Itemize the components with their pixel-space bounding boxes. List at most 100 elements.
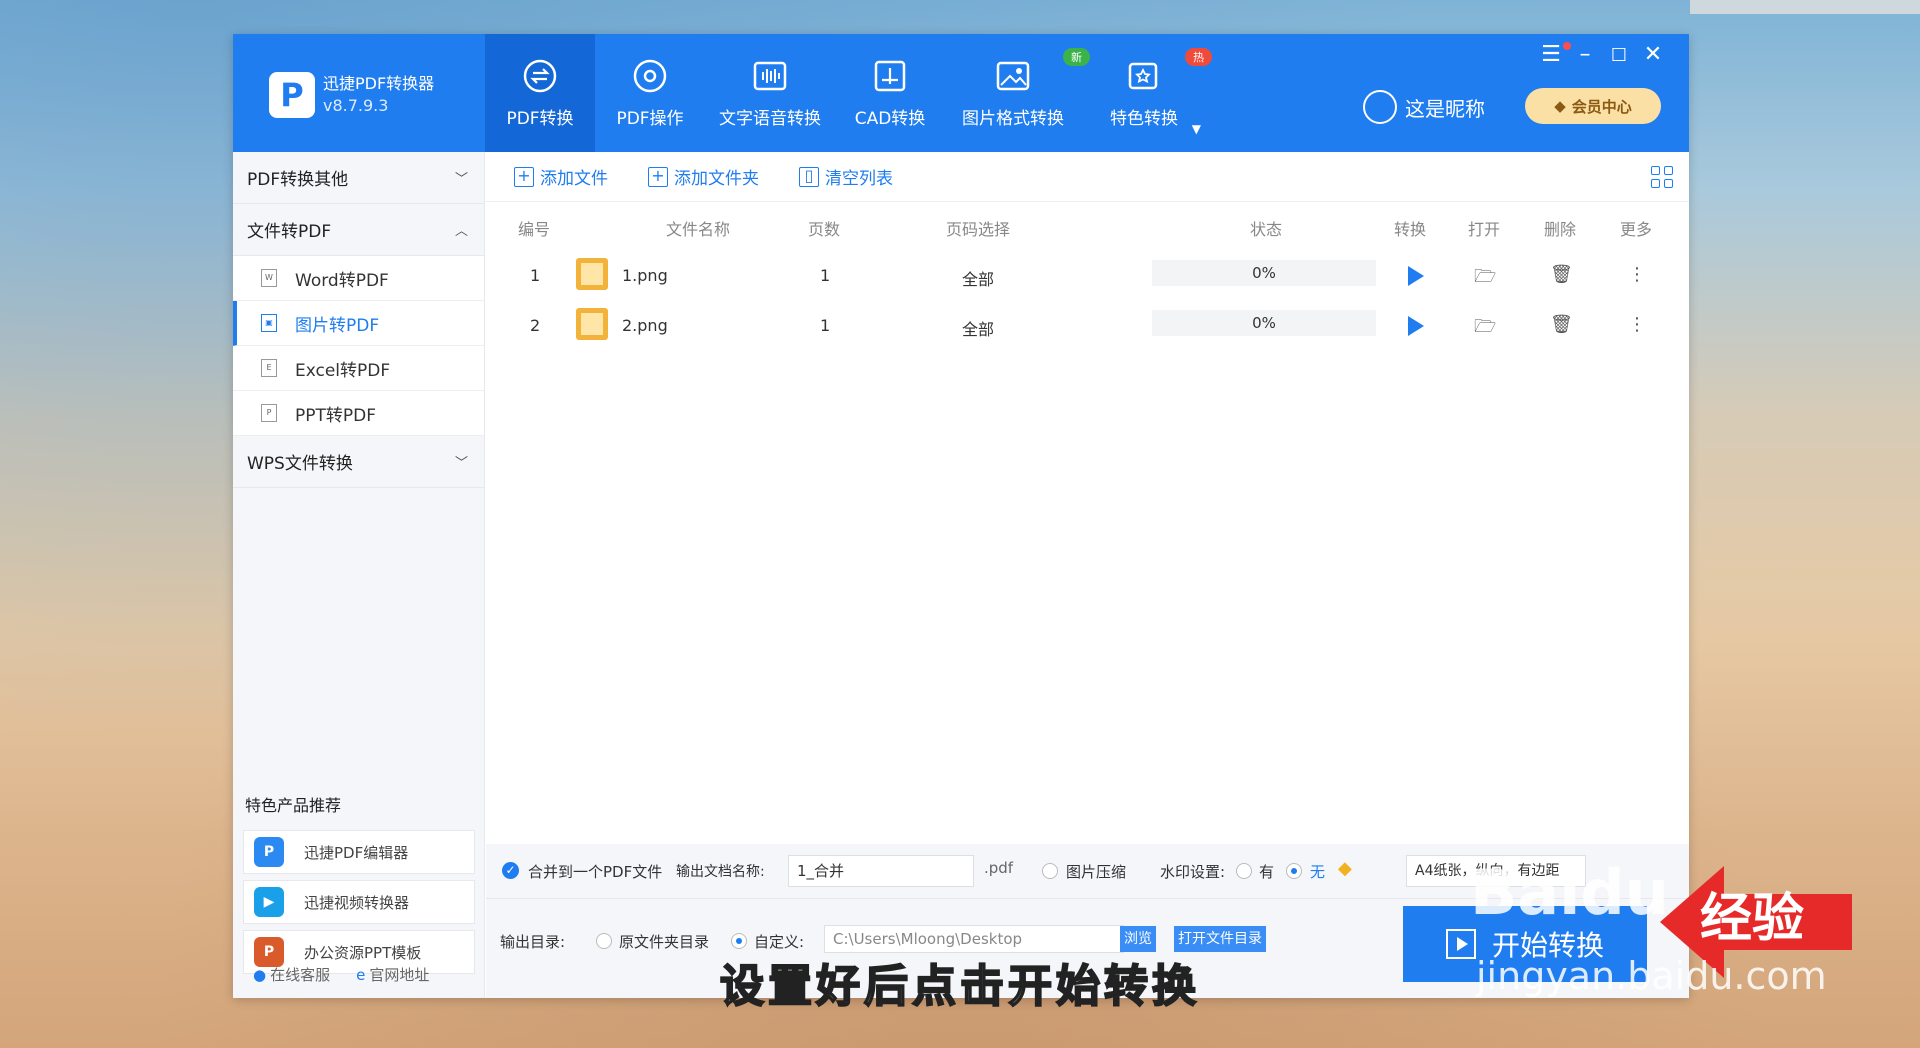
sidebar-item-image[interactable]: ▣ 图片转PDF [233,301,484,346]
tab-pdf-ops[interactable]: PDF操作 [595,34,705,152]
orig-folder-label: 原文件夹目录 [619,933,710,951]
chevron-down-icon: ﹀ [454,172,468,187]
more-icon[interactable]: ⋮ [1628,314,1646,335]
status-progress: 0% [1152,310,1376,336]
custom-folder-radio[interactable] [731,933,747,949]
promo-label: 迅捷PDF编辑器 [304,843,409,862]
orig-folder-radio[interactable] [596,933,612,949]
compress-label: 图片压缩 [1066,863,1127,881]
video-icon: ▶ [254,887,284,917]
diamond-icon: ◆ [1554,97,1566,115]
compress-checkbox[interactable] [1042,863,1058,879]
sidebar-group-wps[interactable]: WPS文件转换 ﹀ [233,436,484,488]
open-folder-icon[interactable]: 🗁 [1474,264,1496,294]
image-file-icon: ▣ [261,314,277,332]
vip-diamond-icon: ◆ [1338,858,1352,879]
sidebar-group-pdf-other[interactable]: PDF转换其他 ﹀ [233,152,484,204]
col-header: 转换 [1394,220,1427,239]
add-file-button[interactable]: + 添加文件 [514,164,608,189]
chevron-down-icon: ▼ [1191,122,1201,136]
video-caption: 设置好后点击开始转换 [719,960,1200,1013]
page-count: 1 [820,266,831,285]
status-progress: 0% [1152,260,1376,286]
excel-file-icon: E [261,359,277,377]
delete-icon[interactable]: 🗑 [1550,264,1573,285]
title-bar: P 迅捷PDF转换器 v8.7.9.3 PDF转换 PDF操作 文字语音转换 C… [233,34,1689,152]
tab-label: PDF转换 [506,109,574,129]
watermark-no-radio[interactable] [1286,863,1302,879]
promo-label: 迅捷视频转换器 [304,893,410,912]
group-label: 文件转PDF [247,222,332,242]
chevron-down-icon: ﹀ [454,456,468,471]
col-header: 状态 [1250,220,1283,239]
more-icon[interactable]: ⋮ [1628,264,1646,285]
item-label: Word转PDF [295,270,389,291]
table-row[interactable]: 1 1.png 1 全部 0% 🗁 🗑 ⋮ [486,252,1689,302]
sidebar-item-excel[interactable]: E Excel转PDF [233,346,484,391]
user-name: 这是昵称 [1405,96,1485,121]
promo-video-converter[interactable]: ▶ 迅捷视频转换器 [243,880,475,924]
special-icon [1128,62,1158,90]
maximize-icon[interactable]: ☐ [1607,45,1631,66]
output-name-input[interactable]: 1_合并 [788,855,974,887]
tab-pdf-convert[interactable]: PDF转换 [485,34,595,152]
user-profile[interactable]: 这是昵称 [1363,90,1485,124]
convert-play-icon[interactable] [1408,266,1424,286]
sidebar-item-ppt[interactable]: P PPT转PDF [233,391,484,436]
tab-cad[interactable]: CAD转换 [835,34,945,152]
merge-label: 合并到一个PDF文件 [528,863,663,881]
table-row[interactable]: 2 2.png 1 全部 0% 🗁 🗑 ⋮ [486,302,1689,352]
desktop-strip [1690,0,1920,14]
add-folder-button[interactable]: + 添加文件夹 [648,164,759,189]
promo-title: 特色产品推荐 [245,796,342,815]
add-folder-icon: + [648,166,668,187]
jingyan-watermark: 经验 [1700,889,1805,949]
sidebar-group-file-to-pdf[interactable]: 文件转PDF ︿ [233,204,484,256]
col-header: 页数 [808,220,841,239]
trash-icon: ▯ [799,166,819,187]
tab-label: 图片格式转换 [962,109,1064,129]
vip-label: 会员中心 [1571,97,1632,116]
tab-voice[interactable]: 文字语音转换 [705,34,835,152]
page-range[interactable]: 全部 [962,266,994,290]
merge-checkbox[interactable]: ✓ [502,862,519,879]
col-header: 编号 [518,220,551,239]
tab-image-format[interactable]: 图片格式转换 [945,34,1081,152]
promo-pdf-editor[interactable]: P 迅捷PDF编辑器 [243,830,475,874]
item-label: PPT转PDF [295,405,377,426]
delete-icon[interactable]: 🗑 [1550,314,1573,335]
file-name: 1.png [622,266,668,285]
watermark-no-label: 无 [1310,863,1326,881]
menu-icon[interactable]: ☰ [1539,42,1563,67]
group-label: WPS文件转换 [247,454,353,474]
button-label: 清空列表 [825,169,893,189]
page-range[interactable]: 全部 [962,316,994,340]
chevron-up-icon: ︿ [454,224,468,239]
watermark-yes-radio[interactable] [1236,863,1252,879]
close-icon[interactable]: ✕ [1641,42,1665,67]
word-file-icon: W [261,269,277,287]
clear-list-button[interactable]: ▯ 清空列表 [799,164,893,189]
output-dir-label: 输出目录: [500,933,566,951]
image-thumbnail-icon [576,308,608,340]
browse-button[interactable]: 浏览 [1120,926,1156,952]
row-number: 2 [530,316,541,335]
tab-label: CAD转换 [854,109,926,129]
grid-view-icon[interactable] [1651,166,1673,188]
col-header: 打开 [1468,220,1501,239]
open-folder-icon[interactable]: 🗁 [1474,314,1496,344]
add-file-icon: + [514,166,534,187]
app-name: 迅捷PDF转换器 [323,74,435,93]
baidu-watermark: Baidu [1470,856,1669,929]
sidebar-item-word[interactable]: W Word转PDF [233,256,484,301]
notification-dot [1563,42,1571,50]
item-label: 图片转PDF [295,315,380,336]
sidebar: PDF转换其他 ﹀ 文件转PDF ︿ W Word转PDF ▣ 图片转PDF E… [233,152,485,998]
open-directory-button[interactable]: 打开文件目录 [1174,926,1266,952]
output-path-input[interactable]: C:\Users\Mloong\Desktop [824,925,1124,953]
button-label: 添加文件 [540,169,608,189]
col-header: 更多 [1620,220,1653,239]
convert-play-icon[interactable] [1408,316,1424,336]
minimize-icon[interactable]: – [1573,42,1597,67]
vip-center-button[interactable]: ◆ 会员中心 [1525,88,1661,124]
